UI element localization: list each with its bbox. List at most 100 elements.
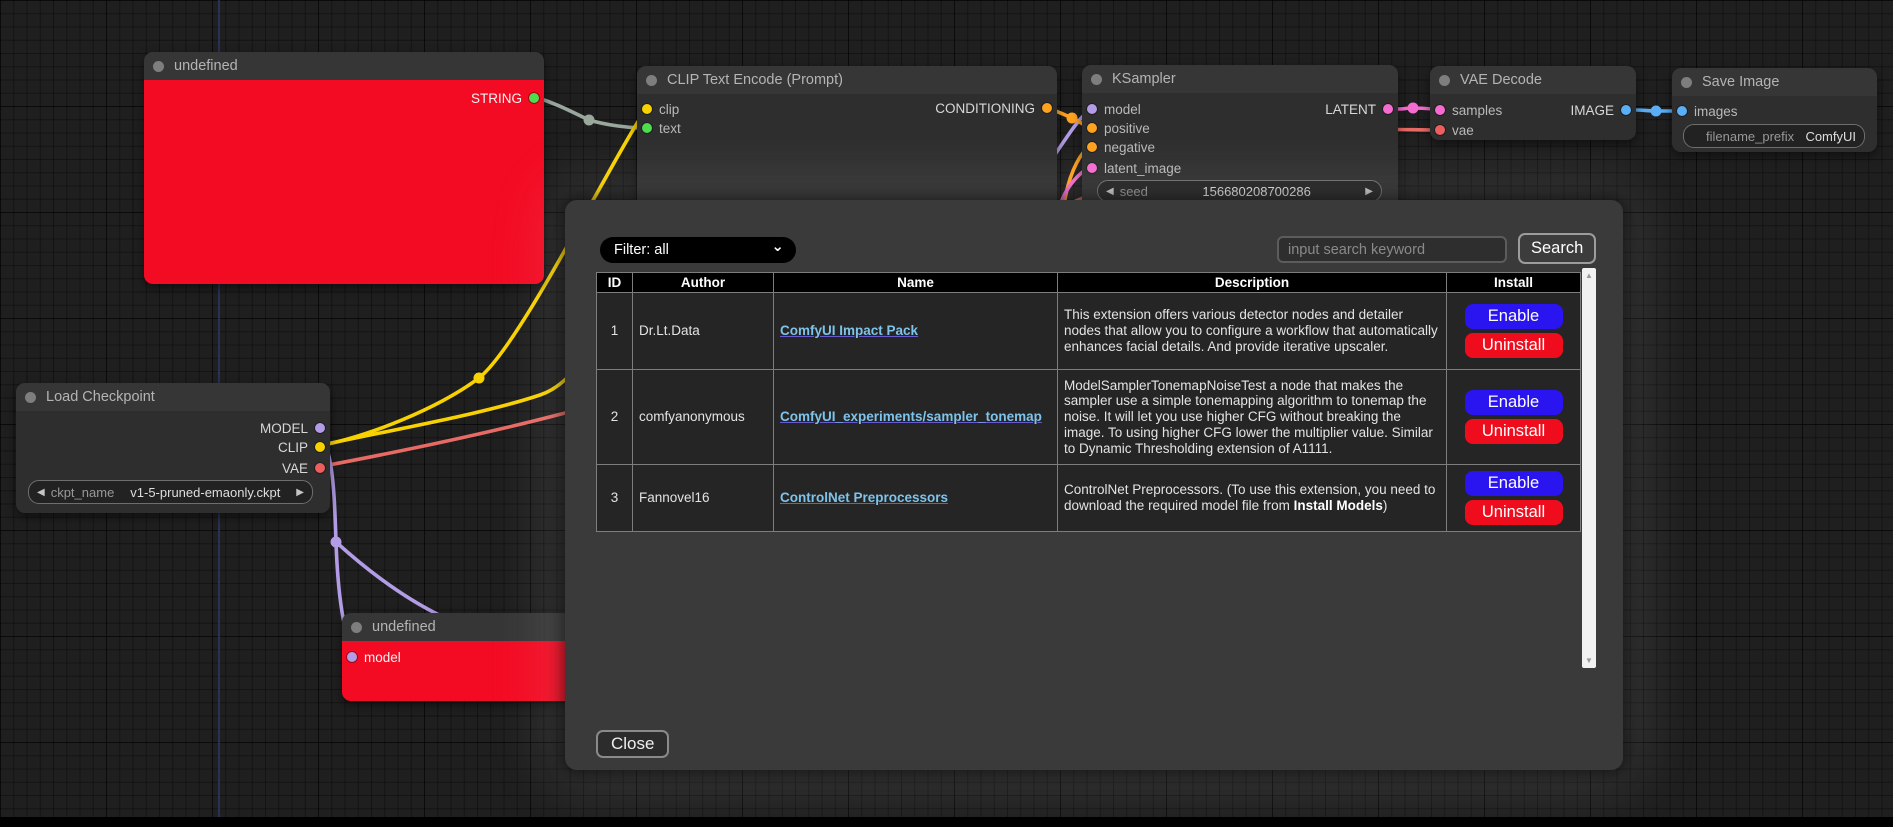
wire-dot-yellow[interactable] — [474, 373, 485, 384]
port-dot[interactable] — [1087, 142, 1097, 152]
comfyui-canvas: { "canvas": { "nodes": [ { "title": "und… — [0, 0, 1893, 827]
filter-select[interactable]: Filter: all ⌄ — [600, 237, 796, 263]
input-port-text[interactable]: text — [642, 119, 681, 137]
node-header[interactable]: undefined — [144, 52, 544, 80]
node-header[interactable]: Save Image — [1672, 68, 1877, 96]
node-status-dot — [1439, 75, 1450, 86]
column-header-name: Name — [774, 273, 1058, 293]
input-port-samples[interactable]: samples — [1435, 101, 1502, 119]
search-input[interactable] — [1277, 236, 1507, 263]
increment-arrow-icon[interactable]: ▶ — [1365, 186, 1373, 197]
port-dot[interactable] — [347, 652, 357, 662]
node-title: Load Checkpoint — [46, 389, 155, 405]
node-vae-decode[interactable]: VAE Decode samples vae IMAGE — [1430, 66, 1636, 140]
port-dot[interactable] — [642, 104, 652, 114]
uninstall-button[interactable]: Uninstall — [1465, 419, 1563, 444]
scroll-up-icon[interactable]: ▲ — [1582, 271, 1596, 280]
node-status-dot — [646, 75, 657, 86]
column-header-author: Author — [633, 273, 774, 293]
port-dot[interactable] — [1621, 105, 1631, 115]
extension-manager-dialog: Filter: all ⌄ Search ID Author Name Desc… — [565, 200, 1623, 770]
port-dot[interactable] — [1435, 125, 1445, 135]
cell-description: ControlNet Preprocessors. (To use this e… — [1058, 465, 1447, 532]
cell-author: Fannovel16 — [633, 465, 774, 532]
port-dot[interactable] — [529, 93, 539, 103]
seed-widget[interactable]: ◀ seed 156680208700286 ▶ — [1097, 180, 1382, 202]
input-port-positive[interactable]: positive — [1087, 119, 1150, 137]
node-title: VAE Decode — [1460, 72, 1542, 88]
search-button[interactable]: Search — [1518, 233, 1596, 264]
extension-link[interactable]: ControlNet Preprocessors — [780, 490, 948, 505]
input-port-latent-image[interactable]: latent_image — [1087, 159, 1181, 177]
wire-dot-purple[interactable] — [331, 537, 342, 548]
seed-value[interactable]: 156680208700286 — [1202, 184, 1310, 199]
uninstall-button[interactable]: Uninstall — [1465, 500, 1563, 525]
close-button[interactable]: Close — [596, 730, 669, 758]
input-port-images[interactable]: images — [1677, 102, 1738, 120]
ckpt-name-widget[interactable]: ◀ ckpt_name v1-5-pruned-emaonly.ckpt ▶ — [28, 480, 313, 504]
table-row: 3 Fannovel16 ControlNet Preprocessors Co… — [597, 465, 1581, 532]
port-dot[interactable] — [315, 442, 325, 452]
ckpt-name-value[interactable]: v1-5-pruned-emaonly.ckpt — [130, 485, 280, 500]
extension-table: ID Author Name Description Install 1 Dr.… — [596, 272, 1580, 532]
node-title: undefined — [372, 619, 436, 635]
canvas-bottom-edge — [0, 817, 1893, 827]
prev-arrow-icon[interactable]: ◀ — [37, 487, 45, 498]
output-port-image[interactable]: IMAGE — [1570, 101, 1631, 119]
port-dot[interactable] — [315, 423, 325, 433]
output-port-clip[interactable]: CLIP — [278, 438, 325, 456]
output-port-model[interactable]: MODEL — [260, 419, 325, 437]
port-dot[interactable] — [1042, 103, 1052, 113]
cell-description: This extension offers various detector n… — [1058, 293, 1447, 370]
enable-button[interactable]: Enable — [1465, 471, 1563, 496]
wire-dot-blue[interactable] — [1651, 106, 1662, 117]
node-title: KSampler — [1112, 71, 1176, 87]
input-port-negative[interactable]: negative — [1087, 138, 1155, 156]
node-header[interactable]: CLIP Text Encode (Prompt) — [637, 66, 1057, 94]
filename-prefix-widget[interactable]: filename_prefix ComfyUI — [1683, 124, 1865, 148]
enable-button[interactable]: Enable — [1465, 304, 1563, 329]
node-header[interactable]: Load Checkpoint — [16, 383, 330, 411]
node-header[interactable]: KSampler — [1082, 65, 1398, 93]
table-scrollbar[interactable]: ▲ ▼ — [1582, 268, 1596, 668]
decrement-arrow-icon[interactable]: ◀ — [1106, 186, 1114, 197]
extension-link[interactable]: ComfyUI_experiments/sampler_tonemap — [780, 409, 1042, 424]
table-header-row: ID Author Name Description Install — [597, 273, 1581, 293]
next-arrow-icon[interactable]: ▶ — [296, 487, 304, 498]
output-port-conditioning[interactable]: CONDITIONING — [935, 99, 1052, 117]
port-dot[interactable] — [1087, 104, 1097, 114]
node-load-checkpoint[interactable]: Load Checkpoint MODEL CLIP VAE ◀ ckpt_na… — [16, 383, 330, 513]
wire-dot-gray[interactable] — [584, 115, 595, 126]
port-dot[interactable] — [1087, 123, 1097, 133]
wire-dot-pink[interactable] — [1408, 103, 1419, 114]
extension-link[interactable]: ComfyUI Impact Pack — [780, 323, 918, 338]
output-port-vae[interactable]: VAE — [282, 459, 325, 477]
uninstall-button[interactable]: Uninstall — [1465, 333, 1563, 358]
chevron-down-icon: ⌄ — [771, 242, 784, 252]
scroll-down-icon[interactable]: ▼ — [1582, 656, 1596, 665]
input-port-model[interactable]: model — [347, 648, 401, 666]
node-ksampler[interactable]: KSampler model positive negative latent_… — [1082, 65, 1398, 215]
output-port-string[interactable]: STRING — [471, 89, 539, 107]
enable-button[interactable]: Enable — [1465, 390, 1563, 415]
port-dot[interactable] — [315, 463, 325, 473]
port-dot[interactable] — [1677, 106, 1687, 116]
node-undefined-string[interactable]: undefined STRING — [144, 52, 544, 284]
node-title: CLIP Text Encode (Prompt) — [667, 72, 843, 88]
input-port-vae[interactable]: vae — [1435, 121, 1474, 139]
node-title: Save Image — [1702, 74, 1779, 90]
node-status-dot — [153, 61, 164, 72]
input-port-model[interactable]: model — [1087, 100, 1141, 118]
port-dot[interactable] — [1087, 163, 1097, 173]
port-dot[interactable] — [642, 123, 652, 133]
port-dot[interactable] — [1383, 104, 1393, 114]
wire-dot-orange[interactable] — [1067, 113, 1078, 124]
output-port-latent[interactable]: LATENT — [1325, 100, 1393, 118]
node-header[interactable]: VAE Decode — [1430, 66, 1636, 94]
input-port-clip[interactable]: clip — [642, 100, 679, 118]
node-save-image[interactable]: Save Image images filename_prefix ComfyU… — [1672, 68, 1877, 152]
port-dot[interactable] — [1435, 105, 1445, 115]
cell-id: 3 — [597, 465, 633, 532]
filename-prefix-value[interactable]: ComfyUI — [1805, 129, 1856, 144]
table-row: 2 comfyanonymous ComfyUI_experiments/sam… — [597, 370, 1581, 465]
